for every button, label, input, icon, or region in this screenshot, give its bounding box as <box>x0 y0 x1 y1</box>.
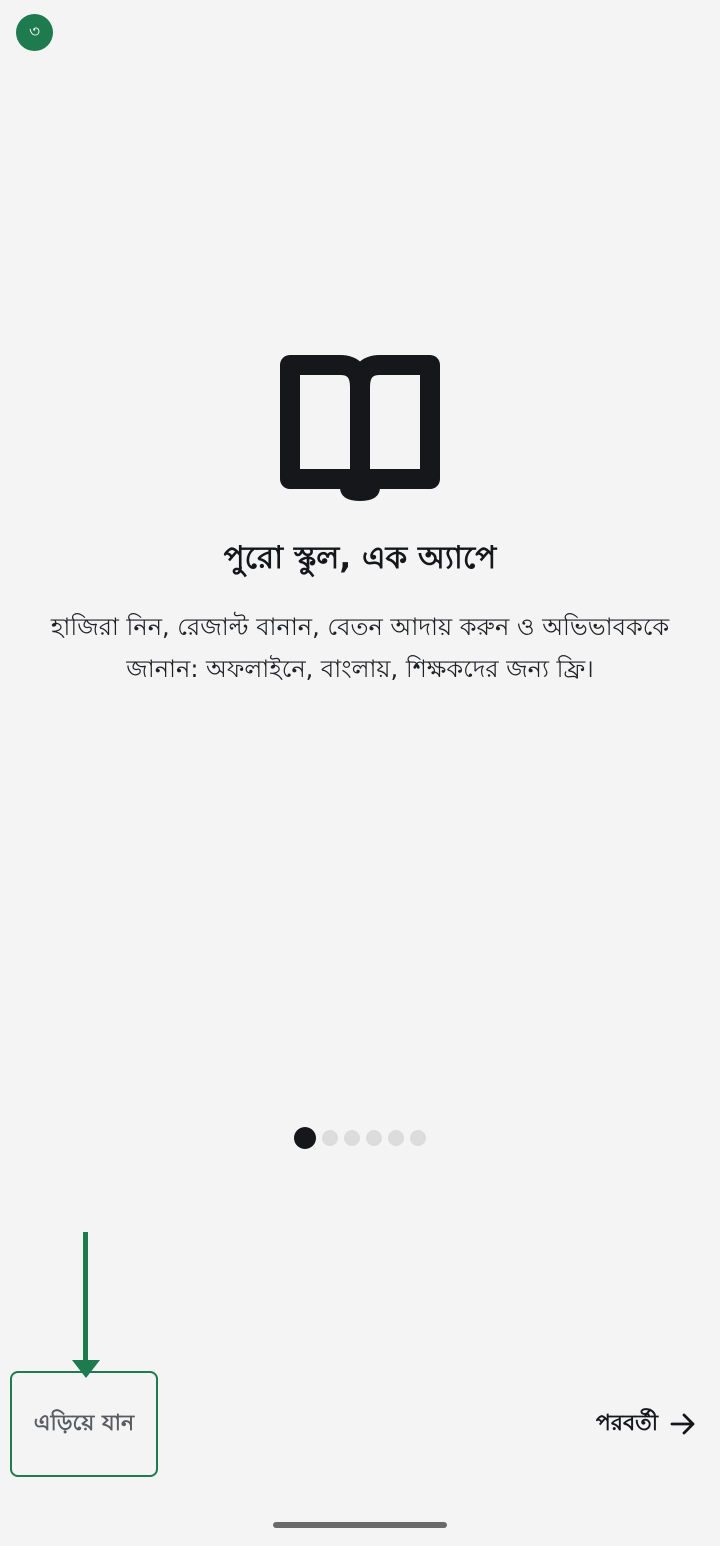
page-dot-active <box>294 1127 316 1149</box>
step-badge: ৩ <box>16 14 53 51</box>
skip-button[interactable]: এড়িয়ে যান <box>10 1371 158 1477</box>
arrow-down-icon <box>70 1232 102 1380</box>
open-book-icon <box>278 355 442 505</box>
next-button[interactable]: পরবর্তী <box>596 1398 698 1450</box>
page-indicator <box>0 1127 720 1149</box>
page-dot <box>344 1130 360 1146</box>
home-indicator[interactable] <box>273 1522 447 1528</box>
page-dot <box>410 1130 426 1146</box>
page-description: হাজিরা নিন, রেজাল্ট বানান, বেতন আদায় কর… <box>50 613 670 683</box>
page-dot <box>366 1130 382 1146</box>
arrow-right-icon <box>670 1413 695 1435</box>
page-title: পুরো স্কুল, এক অ্যাপে <box>223 540 497 576</box>
next-button-label: পরবর্তী <box>595 1410 658 1436</box>
page-dot <box>322 1130 338 1146</box>
page-dot <box>388 1130 404 1146</box>
